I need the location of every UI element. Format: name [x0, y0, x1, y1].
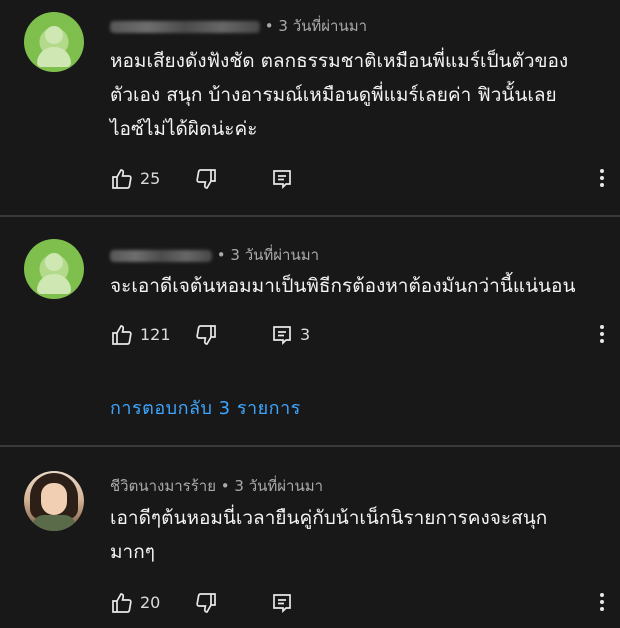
- avatar[interactable]: [24, 12, 84, 72]
- thumb-up-icon[interactable]: [110, 323, 134, 347]
- reply-icon[interactable]: [270, 591, 294, 615]
- comment-thread: • 3 วันที่ผ่านมา จะเอาดีเจต้นหอมมาเป็นพิ…: [0, 217, 620, 445]
- comment-text-line: จะเอาดีเจต้นหอมมาเป็นพิธีกรต้องหาต้องมัน…: [110, 275, 576, 297]
- avatar[interactable]: [24, 471, 84, 531]
- comment-text: เอาดีๆต้นหอมนี่เวลายืนคู่กับน้าเน็กนิราย…: [110, 501, 610, 569]
- comment-author[interactable]: ชีวิตนางมารร้าย: [110, 477, 216, 495]
- more-vert-icon[interactable]: [596, 591, 608, 615]
- comment-actions: 20: [110, 591, 590, 615]
- comment-thread: • 3 วันที่ผ่านมา หอมเสียงดังฟังชัด ตลกธร…: [0, 0, 620, 215]
- more-vert-icon[interactable]: [596, 167, 608, 191]
- more-vert-icon[interactable]: [596, 323, 608, 347]
- comment-text: จะเอาดีเจต้นหอมมาเป็นพิธีกรต้องหาต้องมัน…: [110, 269, 610, 303]
- comment-actions: 121 3: [110, 323, 590, 347]
- like-count: 25: [140, 169, 161, 188]
- thumb-down-icon[interactable]: [194, 591, 218, 615]
- reply-icon[interactable]: [270, 323, 294, 347]
- thumb-up-icon[interactable]: [110, 591, 134, 615]
- comment-timestamp[interactable]: • 3 วันที่ผ่านมา: [221, 477, 323, 495]
- comment-header: • 3 วันที่ผ่านมา: [110, 14, 367, 38]
- comment-timestamp[interactable]: • 3 วันที่ผ่านมา: [217, 246, 319, 264]
- avatar[interactable]: [24, 239, 84, 299]
- comment-text-line: ตัวเอง สนุก บ้างอารมณ์เหมือนดูพี่แมร์เลย…: [110, 84, 557, 106]
- blurred-author-name[interactable]: [110, 20, 260, 33]
- like-count: 20: [140, 593, 161, 612]
- comment-text-line: ไอซ์ไม่ได้ผิดน่ะค่ะ: [110, 118, 258, 140]
- reply-count: 3: [300, 325, 311, 344]
- comment-header: • 3 วันที่ผ่านมา: [110, 243, 319, 267]
- comment-actions: 25: [110, 167, 590, 191]
- like-count: 121: [140, 325, 171, 344]
- comment-header: ชีวิตนางมารร้าย • 3 วันที่ผ่านมา: [110, 474, 323, 498]
- comment-text: หอมเสียงดังฟังชัด ตลกธรรมชาติเหมือนพี่แม…: [110, 44, 610, 146]
- thumb-down-icon[interactable]: [194, 323, 218, 347]
- comment-thread: ชีวิตนางมารร้าย • 3 วันที่ผ่านมา เอาดีๆต…: [0, 447, 620, 628]
- comment-text-line: มากๆ: [110, 541, 155, 563]
- comment-text-line: หอมเสียงดังฟังชัด ตลกธรรมชาติเหมือนพี่แม…: [110, 50, 569, 72]
- blurred-author-name[interactable]: [110, 249, 212, 262]
- comment-timestamp[interactable]: • 3 วันที่ผ่านมา: [265, 17, 367, 35]
- thumb-down-icon[interactable]: [194, 167, 218, 191]
- view-replies-link[interactable]: การตอบกลับ 3 รายการ: [110, 393, 301, 422]
- thumb-up-icon[interactable]: [110, 167, 134, 191]
- reply-icon[interactable]: [270, 167, 294, 191]
- comment-text-line: เอาดีๆต้นหอมนี่เวลายืนคู่กับน้าเน็กนิราย…: [110, 507, 548, 529]
